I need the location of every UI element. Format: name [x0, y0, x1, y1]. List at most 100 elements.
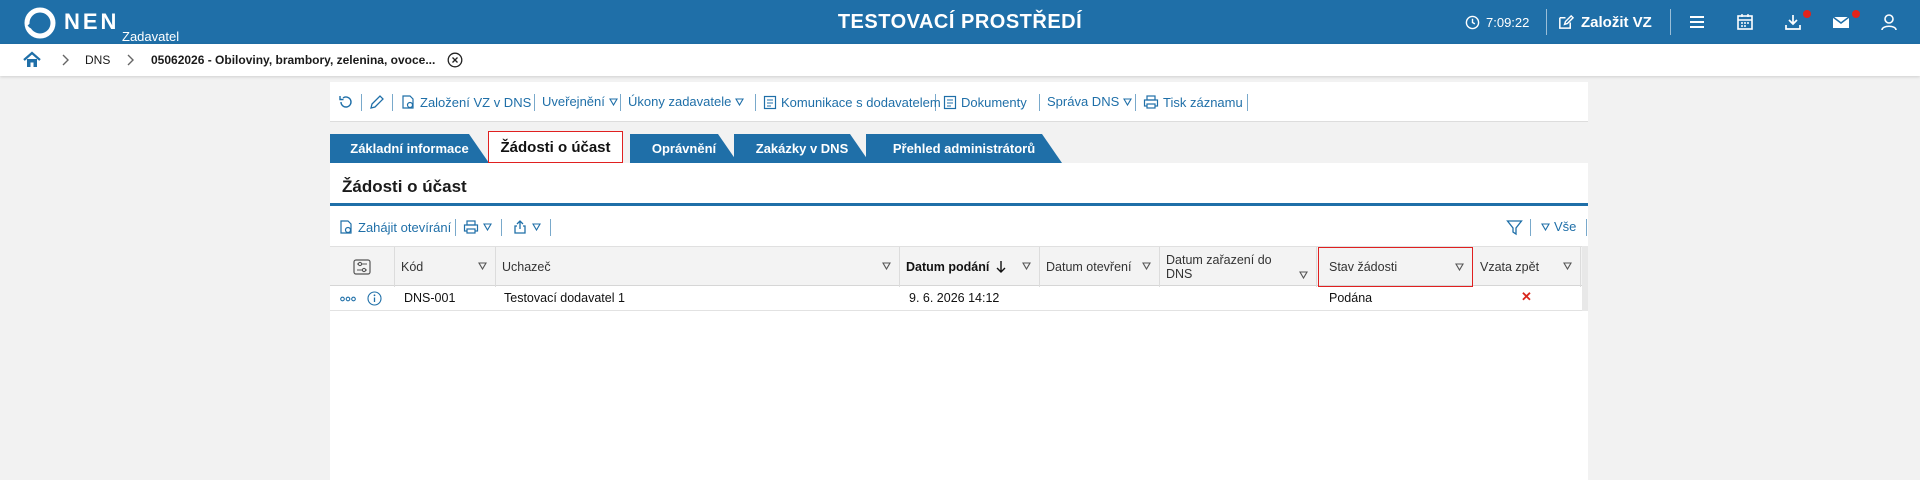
komunikace-label: Komunikace s dodavatelem — [781, 94, 941, 110]
timer-value: 7:09:22 — [1486, 14, 1530, 30]
export-icon — [514, 220, 526, 234]
filter-dropdown-icon[interactable] — [882, 262, 891, 270]
table-scrollbar[interactable] — [1582, 246, 1588, 311]
table-row[interactable]: DNS-001 Testovací dodavatel 1 9. 6. 2026… — [330, 286, 1588, 311]
sprava-dns-menu[interactable]: Správa DNS — [1047, 94, 1133, 109]
divider — [550, 219, 551, 236]
tisk-zaznamu-button[interactable]: Tisk záznamu — [1143, 94, 1243, 110]
tab-label: Oprávnění — [651, 141, 717, 156]
mail-icon[interactable] — [1831, 12, 1851, 32]
divider — [534, 94, 535, 111]
document-gear-icon — [340, 220, 352, 234]
column-header-datum-zarazeni[interactable]: Datum zařazení do DNS — [1160, 247, 1317, 287]
column-header-uchazec[interactable]: Uchazeč — [496, 247, 900, 287]
chevron-down-icon — [532, 223, 541, 231]
notification-dot — [1852, 10, 1860, 18]
action-toolbar: Založení VZ v DNS Uveřejnění Úkony zadav… — [330, 82, 1588, 122]
table-header: Kód Uchazeč Datum podání Datum otevření … — [330, 246, 1588, 287]
sprava-dns-label: Správa DNS — [1047, 94, 1120, 109]
user-icon[interactable] — [1879, 12, 1899, 32]
breadcrumb-item-dns[interactable]: DNS — [85, 53, 110, 67]
cell-datum-podani: 9. 6. 2026 14:12 — [909, 291, 1000, 305]
close-icon[interactable] — [447, 52, 463, 68]
chevron-down-icon — [608, 97, 618, 106]
divider — [1586, 219, 1587, 236]
uverejneni-label: Uveřejnění — [542, 94, 605, 109]
uverejneni-menu[interactable]: Uveřejnění — [542, 94, 618, 109]
divider — [501, 219, 502, 236]
refresh-button[interactable] — [338, 94, 354, 110]
filter-dropdown-icon[interactable] — [1299, 271, 1308, 279]
tab-zakazky-v-dns[interactable]: Zakázky v DNS — [734, 134, 870, 163]
zahajit-label: Zahájit otevírání — [358, 219, 452, 235]
column-header-kod[interactable]: Kód — [395, 247, 496, 287]
filter-dropdown-icon[interactable] — [1142, 262, 1151, 270]
dokumenty-button[interactable]: Dokumenty — [943, 94, 1027, 110]
calendar-icon[interactable] — [1735, 12, 1755, 32]
divider — [620, 94, 621, 111]
printer-icon — [1143, 95, 1159, 109]
create-vz-button[interactable]: Založit VZ — [1557, 0, 1652, 44]
cell-kod: DNS-001 — [404, 291, 456, 305]
divider — [1247, 94, 1248, 111]
column-header-datum-otevreni[interactable]: Datum otevření — [1040, 247, 1160, 287]
column-label: Uchazeč — [502, 260, 551, 274]
tab-zadosti-o-ucast[interactable]: Žádosti o účast — [488, 131, 623, 163]
session-timer: 7:09:22 — [1465, 0, 1529, 44]
home-icon[interactable] — [22, 50, 42, 70]
column-header-stav-zadosti[interactable]: Stav žádosti — [1318, 247, 1473, 287]
tab-label: Přehled administrátorů — [892, 141, 1036, 156]
view-selector[interactable]: Vše — [1541, 219, 1576, 234]
download-icon[interactable] — [1783, 12, 1803, 32]
more-options-icon[interactable] — [340, 296, 356, 302]
create-vz-label: Založit VZ — [1581, 13, 1652, 31]
filter-button[interactable] — [1506, 219, 1523, 236]
chevron-right-icon — [62, 54, 69, 66]
zalozeni-vz-label: Založení VZ v DNS — [420, 94, 532, 110]
divider — [392, 94, 393, 111]
clipboard-icon — [943, 95, 957, 110]
document-gear-icon — [402, 95, 414, 109]
tab-label: Žádosti o účast — [500, 138, 611, 156]
zalozeni-vz-button[interactable]: Založení VZ v DNS — [400, 94, 531, 110]
export-menu[interactable] — [512, 219, 541, 235]
column-label: Vzata zpět — [1480, 260, 1540, 274]
chevron-down-icon — [735, 97, 745, 106]
filter-dropdown-icon[interactable] — [478, 262, 487, 270]
divider — [455, 219, 456, 236]
print-menu[interactable] — [463, 219, 492, 235]
cell-vzata-zpet-icon: ✕ — [1521, 289, 1532, 304]
column-header-datum-podani[interactable]: Datum podání — [900, 247, 1040, 287]
tab-prehled-administratoru[interactable]: Přehled administrátorů — [866, 134, 1062, 163]
printer-icon — [463, 220, 479, 234]
chevron-down-icon — [1123, 97, 1133, 106]
column-label: Datum podání — [906, 260, 990, 274]
filter-dropdown-icon[interactable] — [1022, 262, 1031, 270]
chevron-down-icon — [1541, 222, 1550, 231]
breadcrumb-item-current[interactable]: 05062026 - Obiloviny, brambory, zelenina… — [151, 53, 435, 67]
ukony-label: Úkony zadavatele — [628, 94, 732, 109]
main-panel: Žádosti o účast Zahájit otevírání Vše Kó… — [330, 163, 1588, 480]
tab-zakladni-informace[interactable]: Základní informace — [330, 134, 489, 163]
komunikace-button[interactable]: Komunikace s dodavatelem — [763, 94, 941, 110]
tisk-label: Tisk záznamu — [1163, 94, 1243, 110]
breadcrumb: DNS 05062026 - Obiloviny, brambory, zele… — [0, 44, 1920, 76]
divider — [1039, 94, 1040, 111]
divider — [361, 94, 362, 111]
chevron-right-icon — [127, 54, 134, 66]
column-header-vzata-zpet[interactable]: Vzata zpět — [1474, 247, 1581, 287]
filter-dropdown-icon[interactable] — [1563, 262, 1572, 270]
tab-label: Zakázky v DNS — [755, 141, 849, 156]
divider — [1530, 219, 1531, 236]
column-settings[interactable] — [330, 247, 395, 287]
zahajit-otevirani-button[interactable]: Zahájit otevírání — [338, 219, 451, 235]
info-icon[interactable] — [367, 291, 382, 306]
tab-opravneni[interactable]: Oprávnění — [630, 134, 738, 163]
column-label: Datum zařazení do DNS — [1166, 253, 1272, 281]
filter-dropdown-icon[interactable] — [1455, 263, 1464, 271]
edit-button[interactable] — [369, 94, 385, 110]
pencil-icon — [370, 95, 384, 109]
tab-label: Základní informace — [350, 141, 469, 156]
ukony-zadavatele-menu[interactable]: Úkony zadavatele — [628, 94, 745, 109]
menu-icon[interactable] — [1687, 12, 1707, 32]
